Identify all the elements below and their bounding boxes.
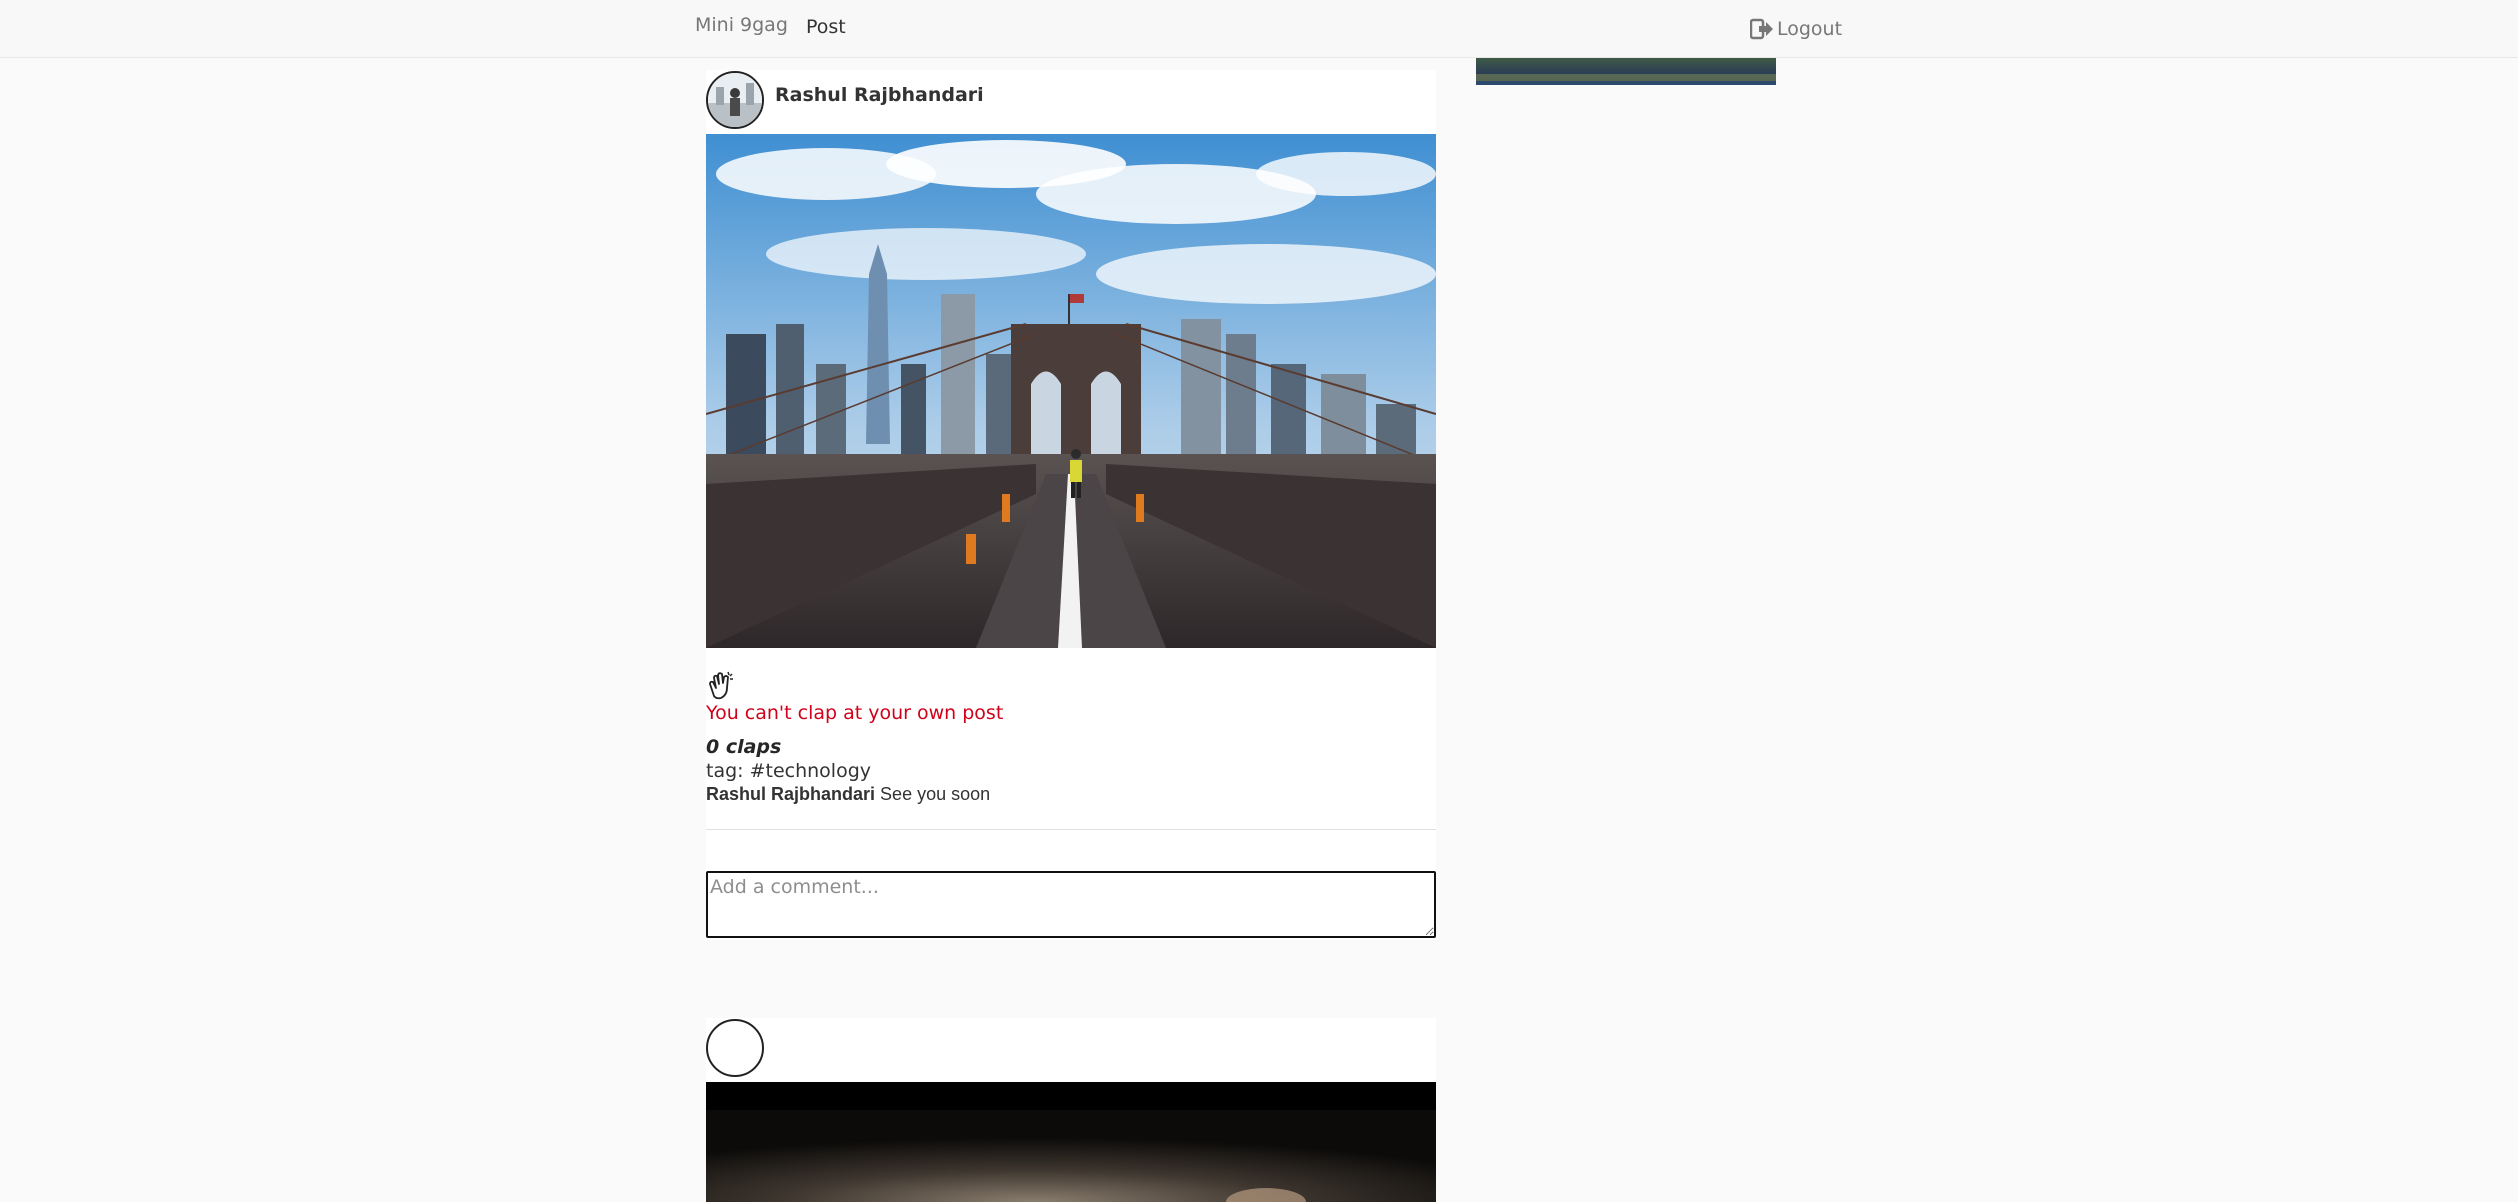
top-navbar: Mini 9gag Post Logout	[0, 0, 2518, 58]
nav-post-link[interactable]: Post	[806, 16, 846, 38]
post-card: Rashul Rajbhandari You can't clap at you…	[706, 70, 1436, 940]
clap-hands-icon[interactable]	[706, 670, 738, 702]
post-card	[706, 1018, 1436, 1202]
post-image	[706, 1082, 1436, 1202]
post-tag: tag: #technology	[706, 760, 872, 782]
divider	[706, 829, 1436, 830]
author-avatar[interactable]	[706, 71, 764, 129]
sidebar-image	[1476, 58, 1776, 85]
post-image	[706, 134, 1436, 648]
comment-author[interactable]: Rashul Rajbhandari	[706, 784, 875, 804]
logout-label: Logout	[1777, 18, 1843, 40]
author-avatar[interactable]	[706, 1019, 764, 1077]
clap-count: 0 claps	[706, 736, 782, 758]
post-author-name[interactable]: Rashul Rajbhandari	[775, 84, 984, 106]
logout-link[interactable]: Logout	[1750, 18, 1842, 40]
comment-text: See you soon	[880, 784, 991, 804]
brand-link[interactable]: Mini 9gag	[695, 14, 788, 36]
clap-error-message: You can't clap at your own post	[706, 702, 1004, 724]
comment-item: Rashul Rajbhandari See you soon	[706, 784, 990, 805]
sign-out-icon	[1750, 18, 1773, 40]
add-comment-input[interactable]	[706, 871, 1436, 938]
